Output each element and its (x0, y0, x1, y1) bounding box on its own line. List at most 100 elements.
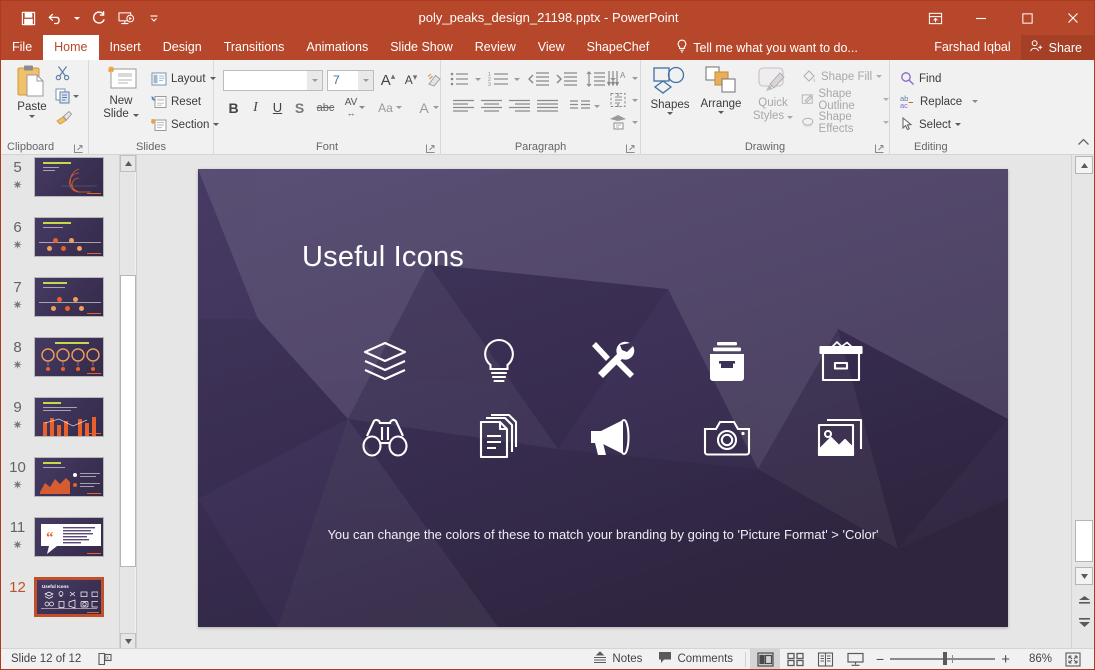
reading-view-button[interactable] (810, 649, 840, 670)
layers-icon[interactable] (348, 329, 422, 395)
slide-edit-area[interactable]: Useful Icons You can change the colors o… (137, 155, 1071, 650)
ribbon-display-options-icon[interactable] (912, 1, 958, 35)
thumbpane-scroll-up-button[interactable] (120, 155, 136, 172)
underline-button[interactable]: U (267, 97, 288, 118)
thumbnail-item[interactable]: 11 ✷ “ (1, 517, 119, 577)
fit-to-window-button[interactable] (1058, 649, 1088, 670)
camera-icon[interactable] (690, 404, 764, 470)
format-painter-button[interactable] (55, 110, 73, 131)
slide-caption[interactable]: You can change the colors of these to ma… (198, 527, 1008, 542)
align-text-dropdown-icon[interactable] (629, 90, 640, 110)
slide-title[interactable]: Useful Icons (302, 241, 464, 274)
slide-thumbnail-pane[interactable]: 5 ✷ 6 ✷ 7 ✷ 8 ✷ 9 ✷ 10 ✷ 11 ✷ “ 12 Usefu… (1, 155, 119, 650)
text-direction-dropdown-icon[interactable] (629, 67, 640, 89)
thumbnail-item[interactable]: 7 ✷ (1, 277, 119, 337)
tab-file[interactable]: File (1, 35, 43, 60)
thumbnail-item[interactable]: 9 ✷ (1, 397, 119, 457)
convert-smartart-dropdown-icon[interactable] (629, 112, 640, 132)
zoom-track[interactable] (890, 652, 996, 665)
share-button[interactable]: Share (1020, 35, 1094, 60)
shape-outline-button[interactable]: Shape Outline (801, 88, 889, 112)
shapes-dropdown-icon[interactable] (647, 112, 693, 115)
numbering-dropdown-icon[interactable] (511, 69, 522, 89)
previous-slide-button[interactable] (1075, 591, 1093, 609)
tab-insert[interactable]: Insert (99, 35, 152, 60)
shapes-button[interactable]: Shapes (647, 66, 693, 115)
thumbnail-image[interactable] (34, 157, 104, 197)
font-name-input[interactable] (223, 70, 323, 91)
zoom-out-button[interactable]: − (876, 651, 884, 667)
shape-effects-button[interactable]: Shape Effects (801, 111, 889, 135)
maximize-icon[interactable] (1004, 1, 1050, 35)
thumbnail-item[interactable]: 5 ✷ (1, 157, 119, 217)
scroll-thumb[interactable] (1075, 520, 1093, 562)
paragraph-dialog-launcher[interactable] (625, 141, 636, 153)
numbering-button[interactable]: 1 2 3 (486, 69, 512, 89)
decrease-font-size-button[interactable]: A ▾ (400, 69, 422, 91)
archive-box-icon[interactable] (804, 329, 878, 395)
thumbnail-image[interactable]: “ (34, 517, 104, 557)
section-button[interactable]: Section (151, 114, 220, 135)
font-name-dropdown-icon[interactable] (307, 71, 322, 90)
italic-button[interactable]: I (245, 97, 266, 118)
character-spacing-button[interactable]: AV ↔ (340, 95, 370, 119)
clipboard-dialog-launcher[interactable] (73, 141, 84, 153)
thumbnail-item[interactable]: 12 Useful Icons (1, 577, 119, 637)
current-slide[interactable]: Useful Icons You can change the colors o… (198, 169, 1008, 627)
thumbpane-scroll-thumb[interactable] (120, 275, 136, 567)
columns-button[interactable] (568, 96, 592, 116)
bold-button[interactable]: B (223, 97, 244, 118)
convert-smartart-button[interactable] (606, 112, 630, 132)
tell-me-box[interactable]: Tell me what you want to do... (660, 35, 858, 60)
thumbnail-item[interactable]: 10 ✷ (1, 457, 119, 517)
tab-view[interactable]: View (527, 35, 576, 60)
tab-animations[interactable]: Animations (295, 35, 379, 60)
thumbnail-item[interactable]: 8 ✷ (1, 337, 119, 397)
bullets-button[interactable] (448, 69, 472, 89)
drawing-dialog-launcher[interactable] (874, 141, 885, 153)
thumbnail-image-selected[interactable]: Useful Icons (34, 577, 104, 617)
shape-fill-button[interactable]: Shape Fill (801, 66, 883, 87)
strikethrough-button[interactable]: abc (312, 97, 339, 118)
tab-design[interactable]: Design (152, 35, 213, 60)
photo-icon[interactable] (804, 404, 878, 470)
thumbnail-image[interactable] (34, 457, 104, 497)
text-direction-button[interactable]: A (604, 67, 630, 89)
tab-shapechef[interactable]: ShapeChef (576, 35, 661, 60)
font-dialog-launcher[interactable] (425, 141, 436, 153)
scroll-down-button[interactable] (1075, 567, 1093, 585)
zoom-handle[interactable] (943, 652, 948, 665)
collapse-ribbon-button[interactable] (1077, 135, 1090, 153)
copy-button[interactable] (55, 88, 79, 104)
arrange-button[interactable]: Arrange (696, 66, 746, 114)
increase-indent-button[interactable] (554, 69, 580, 89)
scroll-up-button[interactable] (1075, 156, 1093, 174)
replace-button[interactable]: ab ac Replace (900, 91, 979, 112)
comments-button[interactable]: Comments (650, 649, 741, 670)
align-left-button[interactable] (450, 96, 476, 116)
tools-icon[interactable] (576, 329, 650, 395)
reset-button[interactable]: Reset (151, 91, 201, 112)
font-size-input[interactable]: 7 (327, 70, 374, 91)
zoom-level[interactable]: 86% (1016, 653, 1052, 665)
font-size-dropdown-icon[interactable] (358, 71, 373, 90)
align-right-button[interactable] (506, 96, 532, 116)
file-box-icon[interactable] (690, 329, 764, 395)
slide-scrollbar[interactable] (1071, 155, 1094, 650)
megaphone-icon[interactable] (576, 404, 650, 470)
normal-view-button[interactable] (750, 648, 781, 669)
align-text-button[interactable] (606, 90, 630, 110)
spelling-icon[interactable]: x (89, 649, 120, 670)
minimize-icon[interactable] (958, 1, 1004, 35)
font-color-button[interactable]: A (414, 97, 444, 118)
layout-button[interactable]: Layout (151, 68, 216, 89)
notes-button[interactable]: Notes (585, 649, 650, 670)
lightbulb-icon[interactable] (462, 329, 536, 395)
thumbnail-image[interactable] (34, 337, 104, 377)
documents-icon[interactable] (462, 404, 536, 470)
paste-dropdown-icon[interactable] (9, 115, 55, 118)
find-button[interactable]: Find (900, 68, 941, 89)
zoom-in-button[interactable]: + (1001, 651, 1010, 668)
tab-transitions[interactable]: Transitions (213, 35, 296, 60)
thumbnail-image[interactable] (34, 217, 104, 257)
